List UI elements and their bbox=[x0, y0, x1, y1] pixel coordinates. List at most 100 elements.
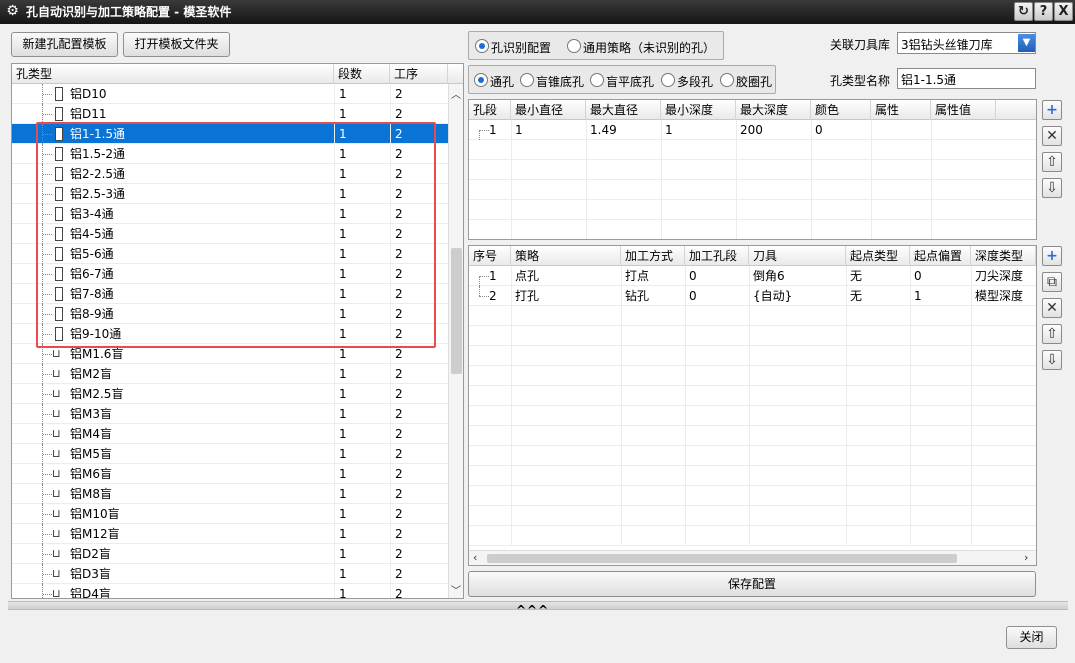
table-row[interactable]: 铝8-9通 1 2 bbox=[12, 304, 448, 324]
table-row[interactable] bbox=[469, 220, 1036, 239]
table-row[interactable]: 1 点孔 打点 0 倒角6 无 0 刀尖深度 bbox=[469, 266, 1036, 286]
table-row[interactable]: 铝1.5-2通 1 2 bbox=[12, 144, 448, 164]
new-template-button[interactable]: 新建孔配置模板 bbox=[11, 32, 118, 57]
table-row[interactable] bbox=[469, 366, 1036, 386]
add-segment-icon[interactable]: + bbox=[1042, 100, 1062, 120]
column-header[interactable]: 最大深度 bbox=[736, 100, 811, 120]
table-row[interactable]: ⊔ 铝M10盲 1 2 bbox=[12, 504, 448, 524]
radio-blind-flat-label[interactable]: 盲平底孔 bbox=[606, 73, 654, 90]
table-row[interactable]: 铝1-1.5通 1 2 bbox=[12, 124, 448, 144]
column-header[interactable]: 策略 bbox=[511, 246, 621, 266]
scroll-up-icon[interactable]: ︿ bbox=[451, 86, 461, 101]
horizontal-scrollbar[interactable]: ‹ › bbox=[469, 550, 1036, 565]
table-row[interactable] bbox=[469, 160, 1036, 180]
table-row[interactable]: 铝4-5通 1 2 bbox=[12, 224, 448, 244]
table-row[interactable] bbox=[469, 526, 1036, 546]
restore-icon[interactable]: ↻ bbox=[1014, 2, 1033, 21]
table-row[interactable]: 铝2-2.5通 1 2 bbox=[12, 164, 448, 184]
table-row[interactable] bbox=[469, 306, 1036, 326]
column-header-hole-type[interactable]: 孔类型 bbox=[12, 64, 334, 84]
column-header[interactable]: 属性值 bbox=[931, 100, 996, 120]
table-row[interactable] bbox=[469, 486, 1036, 506]
gear-icon[interactable]: ⚙ bbox=[4, 3, 21, 20]
table-row[interactable]: ⊔ 铝D4盲 1 2 bbox=[12, 584, 448, 598]
radio-general-strategy[interactable] bbox=[567, 39, 581, 53]
column-header[interactable]: 起点类型 bbox=[846, 246, 910, 266]
delete-strategy-icon[interactable]: ✕ bbox=[1042, 298, 1062, 318]
table-row[interactable]: ⊔ 铝M1.6盲 1 2 bbox=[12, 344, 448, 364]
table-row[interactable]: ⊔ 铝M4盲 1 2 bbox=[12, 424, 448, 444]
scrollbar-thumb[interactable] bbox=[451, 248, 462, 374]
collapse-arrows[interactable]: ^^^ bbox=[516, 603, 549, 617]
radio-oring-hole-label[interactable]: 胶圈孔 bbox=[736, 73, 772, 90]
table-row[interactable] bbox=[469, 466, 1036, 486]
h-scrollbar-thumb[interactable] bbox=[487, 554, 957, 563]
table-row[interactable]: ⊔ 铝M8盲 1 2 bbox=[12, 484, 448, 504]
column-header[interactable]: 刀具 bbox=[749, 246, 846, 266]
column-header-process[interactable]: 工序 bbox=[390, 64, 448, 84]
scroll-right-icon[interactable]: › bbox=[1024, 551, 1028, 564]
table-row[interactable] bbox=[469, 326, 1036, 346]
table-row[interactable]: 铝D10 1 2 bbox=[12, 84, 448, 104]
column-header[interactable]: 序号 bbox=[469, 246, 511, 266]
column-header[interactable]: 孔段 bbox=[469, 100, 511, 120]
move-strategy-down-icon[interactable]: ⇩ bbox=[1042, 350, 1062, 370]
table-row[interactable]: 铝5-6通 1 2 bbox=[12, 244, 448, 264]
move-segment-up-icon[interactable]: ⇧ bbox=[1042, 152, 1062, 172]
open-folder-button[interactable]: 打开模板文件夹 bbox=[123, 32, 230, 57]
chevron-down-icon[interactable]: ▼ bbox=[1018, 34, 1035, 52]
scroll-down-icon[interactable]: ﹀ bbox=[451, 582, 461, 597]
help-button[interactable]: ? bbox=[1034, 2, 1053, 21]
table-row[interactable]: 铝3-4通 1 2 bbox=[12, 204, 448, 224]
table-row[interactable] bbox=[469, 180, 1036, 200]
close-window-button[interactable]: X bbox=[1054, 2, 1073, 21]
table-row[interactable]: ⊔ 铝D2盲 1 2 bbox=[12, 544, 448, 564]
column-header[interactable]: 起点偏置 bbox=[910, 246, 971, 266]
table-row[interactable] bbox=[469, 386, 1036, 406]
radio-through-hole-label[interactable]: 通孔 bbox=[490, 73, 514, 90]
column-header[interactable]: 最大直径 bbox=[586, 100, 661, 120]
tool-library-select[interactable]: 3铝钻头丝锥刀库 ▼ bbox=[897, 32, 1036, 54]
radio-blind-flat[interactable] bbox=[590, 73, 604, 87]
table-row[interactable]: 2 打孔 钻孔 0 {自动} 无 1 模型深度 bbox=[469, 286, 1036, 306]
table-row[interactable]: 铝6-7通 1 2 bbox=[12, 264, 448, 284]
column-header[interactable]: 加工孔段 bbox=[685, 246, 749, 266]
vertical-scrollbar[interactable]: ︿ ﹀ bbox=[448, 84, 463, 598]
column-header[interactable]: 最小深度 bbox=[661, 100, 736, 120]
radio-oring-hole[interactable] bbox=[720, 73, 734, 87]
move-segment-down-icon[interactable]: ⇩ bbox=[1042, 178, 1062, 198]
table-row[interactable]: 铝D11 1 2 bbox=[12, 104, 448, 124]
copy-strategy-icon[interactable]: ⧉ bbox=[1042, 272, 1062, 292]
table-row[interactable]: 铝2.5-3通 1 2 bbox=[12, 184, 448, 204]
radio-through-hole[interactable] bbox=[474, 73, 488, 87]
table-row[interactable] bbox=[469, 406, 1036, 426]
radio-multi-segment-label[interactable]: 多段孔 bbox=[677, 73, 713, 90]
add-strategy-icon[interactable]: + bbox=[1042, 246, 1062, 266]
table-row[interactable]: 铝9-10通 1 2 bbox=[12, 324, 448, 344]
radio-general-strategy-label[interactable]: 通用策略（未识别的孔） bbox=[583, 39, 715, 56]
table-row[interactable]: 铝7-8通 1 2 bbox=[12, 284, 448, 304]
table-row[interactable]: ⊔ 铝M6盲 1 2 bbox=[12, 464, 448, 484]
column-header[interactable]: 颜色 bbox=[811, 100, 871, 120]
scroll-left-icon[interactable]: ‹ bbox=[473, 551, 477, 564]
hole-type-name-input[interactable]: 铝1-1.5通 bbox=[897, 68, 1036, 89]
column-header[interactable]: 属性 bbox=[871, 100, 931, 120]
table-row[interactable] bbox=[469, 446, 1036, 466]
close-button[interactable]: 关闭 bbox=[1006, 626, 1057, 649]
radio-multi-segment[interactable] bbox=[661, 73, 675, 87]
radio-blind-cone-label[interactable]: 盲锥底孔 bbox=[536, 73, 584, 90]
table-row[interactable] bbox=[469, 140, 1036, 160]
radio-hole-recognition-label[interactable]: 孔识别配置 bbox=[491, 39, 551, 56]
table-row[interactable] bbox=[469, 506, 1036, 526]
column-header[interactable]: 最小直径 bbox=[511, 100, 586, 120]
table-row[interactable]: ⊔ 铝M2盲 1 2 bbox=[12, 364, 448, 384]
table-row[interactable]: ⊔ 铝M3盲 1 2 bbox=[12, 404, 448, 424]
delete-segment-icon[interactable]: ✕ bbox=[1042, 126, 1062, 146]
table-row[interactable] bbox=[469, 346, 1036, 366]
table-row[interactable] bbox=[469, 426, 1036, 446]
column-header[interactable]: 深度类型 bbox=[971, 246, 1036, 266]
radio-hole-recognition[interactable] bbox=[475, 39, 489, 53]
radio-blind-cone[interactable] bbox=[520, 73, 534, 87]
move-strategy-up-icon[interactable]: ⇧ bbox=[1042, 324, 1062, 344]
save-config-button[interactable]: 保存配置 bbox=[468, 571, 1036, 597]
